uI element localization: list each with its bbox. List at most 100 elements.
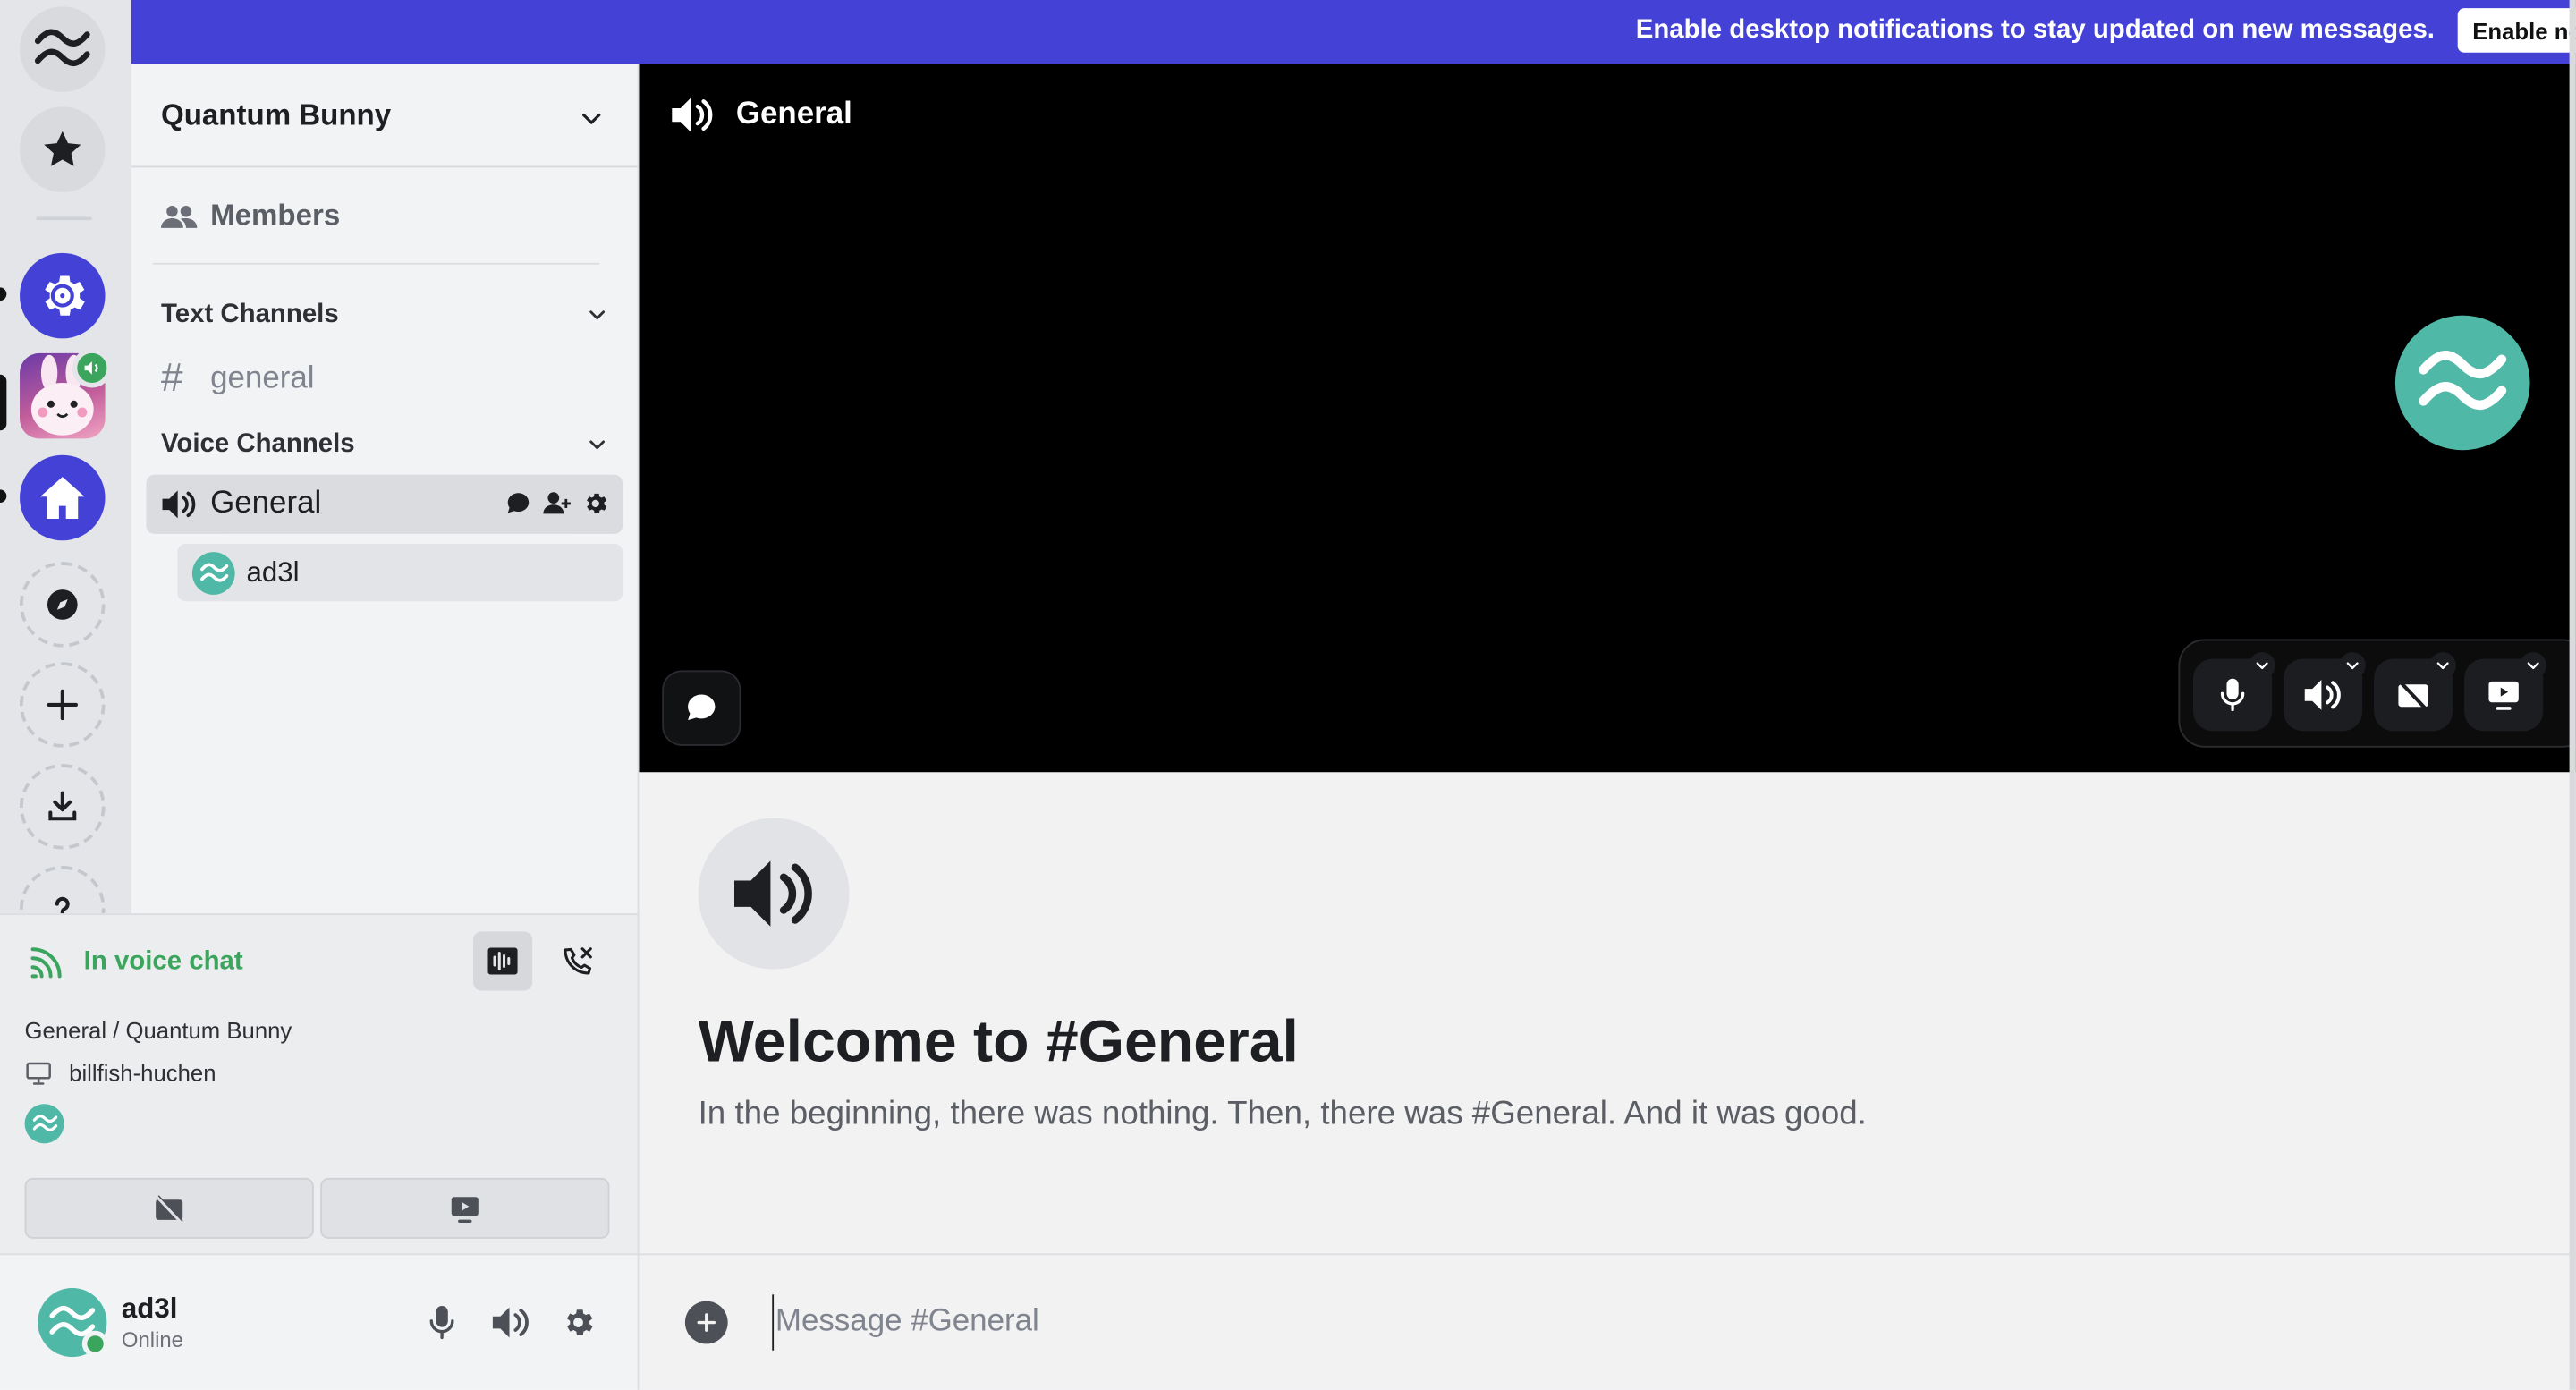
members-icon	[160, 205, 198, 227]
active-server-indicator	[0, 374, 7, 431]
speaker-icon	[672, 97, 713, 132]
voice-status-text: In voice chat	[83, 947, 243, 976]
category-label: Voice Channels	[160, 430, 355, 459]
speaker-icon	[734, 860, 812, 927]
attach-button[interactable]	[684, 1301, 728, 1344]
voice-channels-category[interactable]: Voice Channels	[161, 430, 355, 460]
screen-share-icon	[2488, 681, 2519, 710]
plus-icon	[47, 689, 78, 721]
home-button[interactable]	[20, 454, 106, 541]
server-name: Quantum Bunny	[160, 98, 392, 131]
unread-indicator	[0, 287, 7, 301]
text-channels-category[interactable]: Text Channels	[161, 301, 339, 330]
speaker-icon	[2304, 679, 2341, 710]
invite-user-icon[interactable]	[542, 489, 572, 517]
add-server-button[interactable]	[20, 662, 106, 748]
wave-logo-icon	[2419, 351, 2507, 410]
avatar	[24, 1104, 64, 1144]
gear-icon[interactable]	[581, 489, 609, 517]
participant-name: ad3l	[246, 556, 300, 589]
chevron-down-icon[interactable]	[587, 304, 608, 326]
voice-channel-general[interactable]: General	[146, 474, 623, 534]
camera-off-icon	[2398, 680, 2428, 711]
channel-item-general[interactable]: # general	[161, 357, 315, 403]
star-icon	[44, 131, 81, 166]
voice-channel-actions	[504, 489, 610, 517]
favorites-button[interactable]	[20, 106, 106, 192]
app-logo-button[interactable]	[20, 6, 106, 92]
user-status: Online	[121, 1327, 183, 1352]
plus-icon	[697, 1313, 716, 1332]
chat-bubble-icon[interactable]	[504, 489, 532, 517]
share-options-button[interactable]	[2520, 652, 2546, 679]
mic-options-button[interactable]	[2249, 652, 2275, 679]
screen-share-button[interactable]	[320, 1177, 610, 1239]
chevron-down-icon	[582, 113, 601, 124]
question-icon	[55, 896, 70, 914]
speaker-icon[interactable]	[491, 1304, 530, 1340]
voice-channel-title: General	[735, 97, 852, 131]
wave-logo-icon	[34, 29, 90, 67]
noise-suppression-button[interactable]	[472, 931, 533, 991]
help-button[interactable]	[20, 865, 106, 914]
category-label: Text Channels	[160, 301, 339, 329]
hash-icon: #	[160, 356, 183, 402]
screen-share-icon	[451, 1196, 479, 1223]
microphone-icon[interactable]	[426, 1304, 459, 1340]
waveform-icon	[487, 947, 518, 975]
signal-icon	[30, 947, 62, 979]
chat-bubble-icon	[688, 694, 716, 721]
camera-toggle-button[interactable]	[24, 1177, 314, 1239]
participant-tile[interactable]	[2394, 315, 2530, 451]
members-link[interactable]: Members	[160, 199, 340, 233]
welcome-title: Welcome to #General	[698, 1006, 1299, 1075]
chevron-down-icon	[2256, 662, 2268, 670]
message-input[interactable]	[772, 1294, 2415, 1351]
monitor-icon	[26, 1061, 51, 1084]
disconnect-button[interactable]	[548, 931, 607, 990]
speaker-icon	[84, 361, 98, 375]
chevron-down-icon	[2436, 662, 2449, 670]
device-name: billfish-huchen	[69, 1059, 216, 1087]
speaker-icon	[162, 490, 196, 519]
voice-channel-name: General	[210, 486, 322, 521]
chevron-down-icon	[2346, 662, 2359, 670]
voice-device: billfish-huchen	[25, 1060, 216, 1086]
toggle-chat-button[interactable]	[662, 670, 741, 746]
unread-indicator	[0, 489, 7, 504]
enable-notifications-button[interactable]: Enable no	[2457, 8, 2576, 53]
download-button[interactable]	[20, 764, 106, 850]
user-bar: ad3l Online	[0, 1253, 640, 1390]
username: ad3l	[121, 1293, 178, 1325]
server-settings-button[interactable]	[20, 252, 106, 339]
wave-logo-icon	[31, 1115, 57, 1131]
notification-text: Enable desktop notifications to stay upd…	[1635, 16, 2435, 45]
rail-separator	[36, 216, 92, 221]
video-stage: General	[639, 64, 2576, 773]
camera-off-icon	[156, 1194, 183, 1224]
compass-icon	[47, 589, 78, 620]
gear-icon[interactable]	[560, 1304, 596, 1340]
call-controls	[2178, 639, 2576, 748]
main-content: General Welcome to #General In the begin…	[639, 64, 2576, 1390]
channel-name: general	[210, 361, 315, 396]
camera-options-button[interactable]	[2429, 652, 2456, 679]
voice-location: General / Quantum Bunny	[24, 1016, 292, 1044]
microphone-icon	[2220, 678, 2245, 712]
message-composer	[639, 1253, 2576, 1390]
channel-sidebar: Quantum Bunny Members Text Channels # ge…	[131, 64, 640, 914]
avatar	[191, 552, 235, 595]
hang-up-icon	[564, 947, 592, 975]
server-rail	[0, 0, 131, 914]
window-edge	[2569, 0, 2576, 1390]
voice-participant[interactable]: ad3l	[177, 543, 623, 602]
chevron-down-icon[interactable]	[587, 434, 608, 455]
server-header[interactable]: Quantum Bunny	[131, 64, 638, 168]
wave-logo-icon	[199, 563, 228, 582]
voice-activity-badge	[72, 348, 112, 388]
voice-status-panel: In voice chat General / Quantum Bunny bi…	[0, 913, 640, 1254]
explore-button[interactable]	[20, 562, 106, 648]
download-icon	[48, 791, 77, 821]
chevron-down-icon	[2527, 662, 2539, 670]
audio-options-button[interactable]	[2339, 652, 2366, 679]
